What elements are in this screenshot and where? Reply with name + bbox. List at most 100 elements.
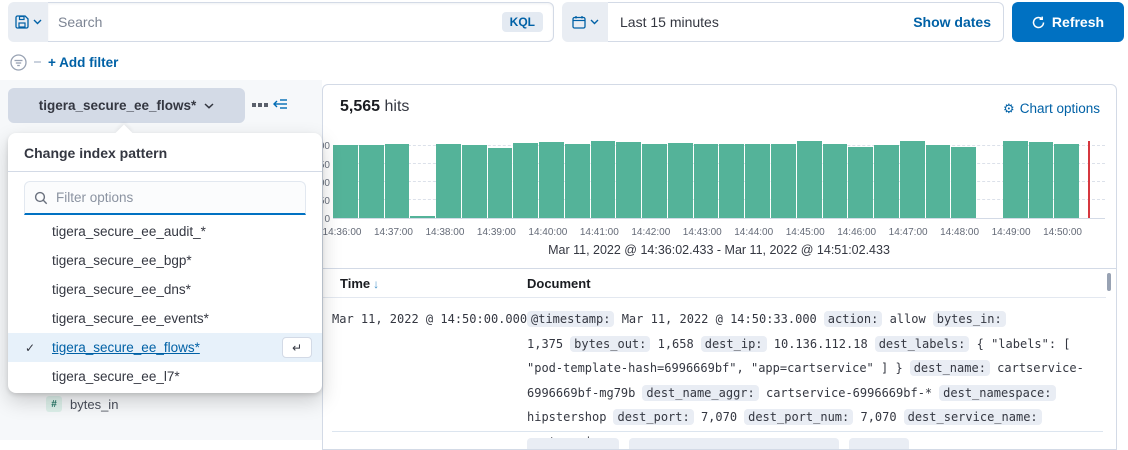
date-range-value[interactable]: Last 15 minutes [620, 14, 913, 30]
histogram-bar-14:50:00[interactable] [1054, 144, 1079, 218]
field-name-pill[interactable]: dest_port: [613, 409, 693, 425]
field-name-pill[interactable]: bytes_in: [933, 311, 1006, 327]
field-name-pill[interactable]: dest_name_aggr: [642, 385, 758, 401]
histogram-bar-14:49:00[interactable] [1003, 141, 1028, 218]
chevron-down-icon [204, 103, 214, 109]
return-key-icon: ↵ [282, 337, 312, 358]
histogram-bar-14:36:00[interactable] [333, 145, 358, 218]
filter-icon[interactable] [10, 54, 27, 71]
date-quick-select-button[interactable] [562, 2, 608, 42]
histogram-bar-14:44:00[interactable] [745, 144, 770, 218]
histogram-bar-14:44:30[interactable] [771, 144, 796, 218]
x-axis-tick-label: 14:43:00 [683, 227, 722, 238]
histogram-bar-14:39:00[interactable] [488, 148, 513, 218]
field-value: hipstershop [527, 410, 606, 424]
histogram-bar-14:49:30[interactable] [1029, 142, 1054, 218]
filter-placeholder: Filter options [56, 190, 133, 205]
x-axis-tick-label: 14:38:00 [425, 227, 464, 238]
hits-counter: 5,565 hits [340, 98, 409, 116]
histogram-bar-14:41:00[interactable] [591, 141, 616, 218]
scrollbar-thumb[interactable] [1107, 273, 1111, 291]
chart-options-label: Chart options [1020, 101, 1100, 116]
histogram-bar-14:43:30[interactable] [719, 144, 744, 218]
index-pattern-options-list: tigera_secure_ee_audit_* tigera_secure_ee… [8, 217, 322, 391]
table-row-document-cell[interactable]: @timestamp: Mar 11, 2022 @ 14:50:33.000a… [527, 307, 1103, 450]
field-name-pill[interactable]: dest_port_num: [744, 409, 853, 425]
show-dates-link[interactable]: Show dates [913, 14, 991, 30]
add-filter-link[interactable]: + Add filter [48, 55, 118, 70]
field-options-icon[interactable] [252, 103, 268, 107]
field-name-pill[interactable]: dest_namespace: [939, 385, 1055, 401]
histogram-bar-14:40:00[interactable] [539, 142, 564, 218]
histogram-bar-14:46:00[interactable] [848, 147, 873, 218]
kql-badge[interactable]: KQL [502, 12, 543, 32]
y-axis-tick-label: 0 [322, 214, 330, 225]
search-placeholder: Search [58, 14, 502, 30]
chevron-down-icon [33, 19, 42, 25]
index-pattern-filter-input[interactable]: Filter options [24, 181, 306, 215]
x-axis-tick-label: 14:44:00 [734, 227, 773, 238]
histogram-bar-14:45:00[interactable] [797, 141, 822, 218]
table-row-time-cell[interactable]: Mar 11, 2022 @ 14:50:00.000 [332, 312, 527, 326]
search-input[interactable]: Search KQL [48, 2, 554, 42]
change-index-pattern-popover: Change index pattern Filter options tige… [8, 133, 322, 393]
hits-label: hits [385, 98, 410, 115]
sidebar-field-bytes-in[interactable]: # bytes_in [46, 396, 118, 412]
histogram-bar-14:47:30[interactable] [926, 145, 951, 218]
number-type-icon: # [46, 396, 62, 412]
index-pattern-option[interactable]: ✓tigera_secure_ee_flows*↵ [8, 333, 322, 362]
field-name-pill[interactable]: @timestamp: [527, 311, 614, 327]
histogram-bar-14:41:30[interactable] [616, 142, 641, 218]
histogram-bar-14:47:00[interactable] [900, 141, 925, 218]
field-name-pill[interactable]: bytes_out: [570, 336, 650, 352]
histogram-bar-14:37:00[interactable] [385, 144, 410, 218]
histogram-bar-14:46:30[interactable] [874, 145, 899, 218]
chart-options-link[interactable]: ⚙ Chart options [1003, 101, 1100, 116]
field-name-pill[interactable]: dest_labels: [875, 336, 970, 352]
calendar-icon [572, 15, 586, 29]
index-pattern-option-label: tigera_secure_ee_dns* [52, 282, 312, 297]
histogram-chart: 050100150200 14:36:0014:37:0014:38:0014:… [323, 141, 1117, 241]
collapse-sidebar-icon[interactable] [272, 98, 288, 110]
field-name-pill[interactable]: dest_service_name: [904, 409, 1042, 425]
date-range-field[interactable]: Last 15 minutes Show dates [608, 2, 1004, 42]
histogram-bar-14:36:30[interactable] [359, 145, 384, 218]
x-axis-tick-label: 14:39:00 [477, 227, 516, 238]
histogram-bar-14:45:30[interactable] [823, 144, 848, 218]
histogram-bar-14:42:00[interactable] [642, 144, 667, 218]
index-pattern-option-label: tigera_secure_ee_audit_* [52, 224, 312, 239]
histogram-bar-14:38:30[interactable] [462, 145, 487, 218]
histogram-bar-14:40:30[interactable] [565, 144, 590, 218]
check-icon: ✓ [8, 341, 52, 355]
histogram-bar-14:43:00[interactable] [694, 144, 719, 218]
sort-desc-icon[interactable]: ↓ [373, 277, 379, 291]
save-query-button[interactable] [8, 2, 48, 42]
index-pattern-option[interactable]: tigera_secure_ee_dns* [8, 275, 322, 304]
histogram-bar-14:38:00[interactable] [436, 144, 461, 218]
index-pattern-option[interactable]: tigera_secure_ee_audit_* [8, 217, 322, 246]
field-name-pill[interactable]: dest_ip: [701, 336, 767, 352]
histogram-bar-14:37:30[interactable] [410, 216, 435, 218]
document-column-header: Document [527, 276, 591, 291]
field-name-pill[interactable]: dest_name: [910, 360, 990, 376]
histogram-bar-14:42:30[interactable] [668, 143, 693, 218]
index-pattern-option[interactable]: tigera_secure_ee_events* [8, 304, 322, 333]
x-axis-tick-label: 14:50:00 [1043, 227, 1082, 238]
x-axis-tick-label: 14:48:00 [940, 227, 979, 238]
x-axis-tick-label: 14:40:00 [528, 227, 567, 238]
refresh-button[interactable]: Refresh [1012, 2, 1124, 42]
gear-icon: ⚙ [1003, 102, 1015, 115]
field-value: 1,375 [527, 337, 563, 351]
time-column-header[interactable]: Time↓ [340, 276, 379, 291]
histogram-bar-14:48:00[interactable] [951, 147, 976, 218]
bar-series [333, 141, 1105, 218]
table-header: Time↓ Document [323, 269, 1106, 298]
field-name-pill[interactable]: action: [824, 311, 883, 327]
index-pattern-option[interactable]: tigera_secure_ee_l7* [8, 362, 322, 391]
histogram-bar-14:39:30[interactable] [513, 143, 538, 218]
save-icon [15, 15, 29, 29]
field-name-label: bytes_in [70, 397, 118, 412]
index-pattern-option[interactable]: tigera_secure_ee_bgp* [8, 246, 322, 275]
index-pattern-switcher-button[interactable]: tigera_secure_ee_flows* [8, 88, 245, 123]
histogram-plot-area[interactable]: 050100150200 [333, 141, 1105, 219]
